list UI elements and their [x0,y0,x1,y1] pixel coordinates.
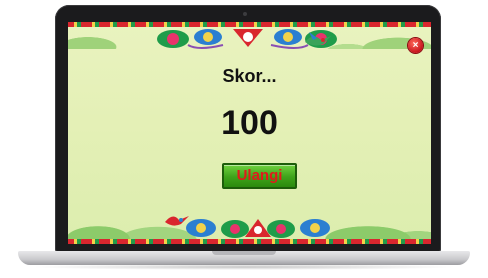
webcam [243,12,247,16]
bird-icon [305,32,331,46]
close-button[interactable]: × [408,38,423,53]
laptop-notch [212,251,276,255]
laptop-frame: × Skor... 100 Ulangi [0,0,488,278]
laptop-shadow [30,264,458,270]
score-value: 100 [221,104,278,142]
score-label: Skor... [222,66,277,86]
floral-ornament-bottom [186,219,330,238]
game-screen: × Skor... 100 Ulangi [68,22,431,244]
retry-button[interactable]: Ulangi [222,163,297,189]
close-icon: × [412,40,419,51]
decorative-border-bottom [68,239,431,244]
